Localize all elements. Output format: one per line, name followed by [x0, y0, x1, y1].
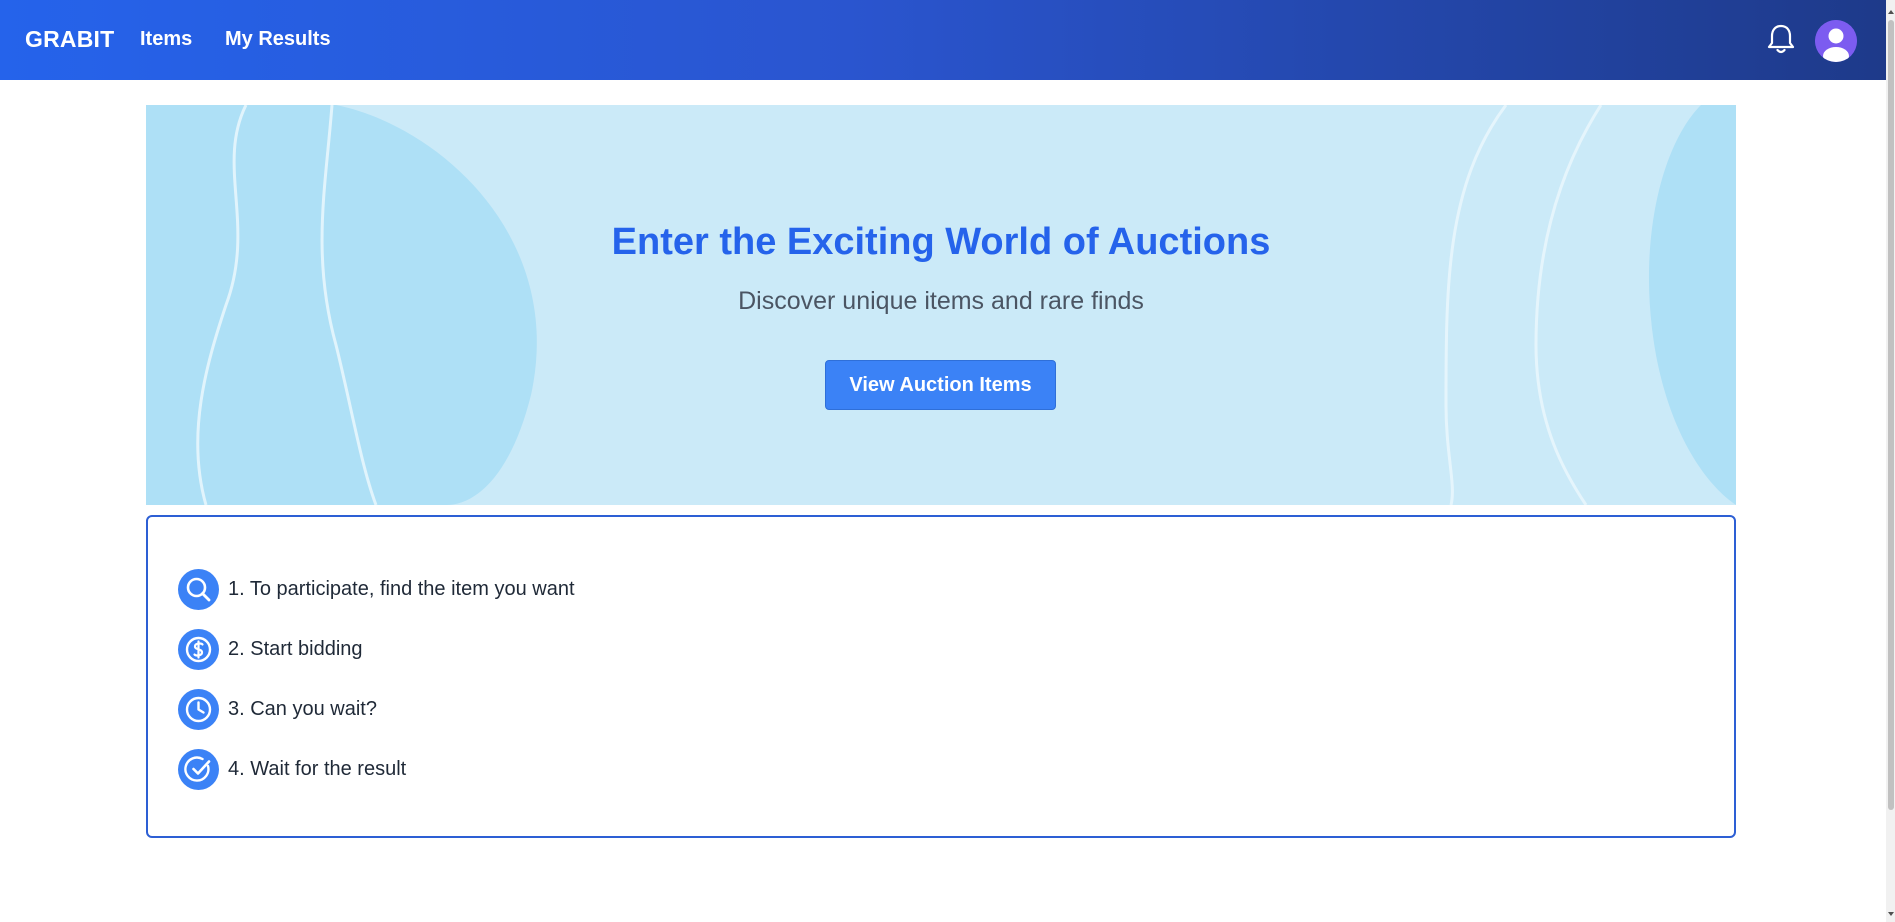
brand-logo[interactable]: GRABIT — [25, 26, 114, 53]
list-item: 1. To participate, find the item you wan… — [178, 568, 575, 610]
step-text: 2. Start bidding — [228, 637, 363, 660]
nav-link-items[interactable]: Items — [140, 28, 192, 51]
hero-subtitle: Discover unique items and rare finds — [738, 287, 1144, 315]
step-text: 3. Can you wait? — [228, 697, 377, 720]
step-text: 4. Wait for the result — [228, 757, 407, 780]
clock-icon — [178, 688, 219, 730]
check-circle-icon — [178, 748, 219, 790]
scroll-down-arrow-icon[interactable] — [1887, 906, 1895, 916]
how-it-works-card: 1. To participate, find the item you wan… — [146, 515, 1736, 838]
user-avatar-icon[interactable] — [1815, 20, 1857, 62]
hero-title: Enter the Exciting World of Auctions — [611, 221, 1271, 263]
list-item: 4. Wait for the result — [178, 748, 406, 790]
hero-banner: Enter the Exciting World of Auctions Dis… — [146, 105, 1736, 505]
scroll-up-arrow-icon[interactable] — [1887, 4, 1895, 14]
page: GRABIT Items My Results Enter the Exciti… — [0, 0, 1895, 922]
list-item: 2. Start bidding — [178, 628, 363, 670]
search-icon — [178, 568, 219, 610]
view-auction-items-button[interactable]: View Auction Items — [825, 360, 1056, 410]
dollar-coin-icon — [178, 628, 219, 670]
top-navbar: GRABIT Items My Results — [0, 0, 1886, 80]
bell-icon[interactable] — [1765, 22, 1797, 56]
scrollbar-thumb[interactable] — [1888, 20, 1894, 810]
nav-link-my-results[interactable]: My Results — [225, 28, 331, 51]
step-text: 1. To participate, find the item you wan… — [228, 577, 575, 600]
list-item: 3. Can you wait? — [178, 688, 377, 730]
